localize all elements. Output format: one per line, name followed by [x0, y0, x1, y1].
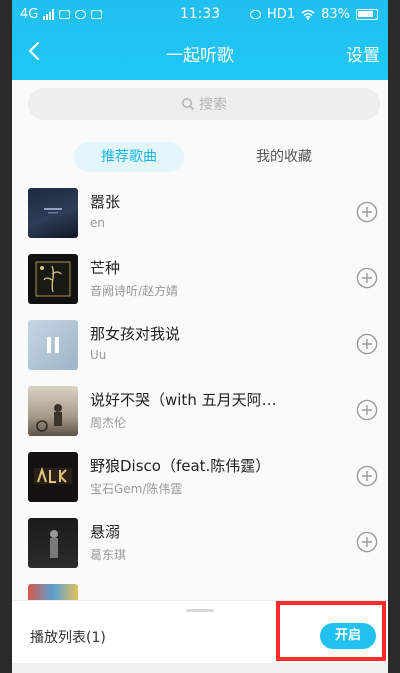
song-title: 嚣张 [90, 193, 121, 211]
song-row[interactable]: 嚣张 en [12, 188, 388, 244]
header: 4G 11:33 HD1 83% 一起听歌 设置 [12, 0, 388, 80]
song-artist: 音阙诗听/赵方婧 [90, 284, 179, 298]
nav-bar: 一起听歌 设置 [12, 30, 388, 74]
song-title: 野狼Disco（feat.陈伟霆） [90, 457, 271, 475]
search-input[interactable]: 搜索 [28, 88, 380, 120]
song-title: 说好不哭（with 五月天阿… [90, 391, 277, 409]
tab-favorites[interactable]: 我的收藏 [229, 142, 339, 172]
song-row[interactable]: 野狼Disco（feat.陈伟霆） 宝石Gem/陈伟霆 [12, 452, 388, 508]
song-artist: Uu [90, 348, 107, 362]
drag-handle[interactable] [186, 609, 214, 612]
album-cover [28, 188, 78, 238]
settings-button[interactable]: 设置 [346, 41, 380, 66]
song-row[interactable]: 芒种 音阙诗听/赵方婧 [12, 254, 388, 310]
song-title: 悬溺 [90, 523, 121, 541]
open-button[interactable]: 开启 [320, 623, 376, 649]
page-title: 一起听歌 [166, 46, 234, 66]
song-artist: en [90, 216, 105, 230]
playlist-label[interactable]: 播放列表(1) [30, 627, 106, 647]
song-title: 芒种 [90, 259, 121, 277]
song-row[interactable]: 说好不哭（with 五月天阿… 周杰伦 [12, 386, 388, 442]
search-icon [182, 98, 195, 111]
main-content: 搜索 推荐歌曲 我的收藏 嚣张 en 芒种 音阙诗听/赵方婧 那女孩对我说 Uu… [12, 80, 388, 673]
plus-circle-icon[interactable] [356, 201, 378, 223]
tab-recommended[interactable]: 推荐歌曲 [74, 142, 184, 172]
wifi-icon [301, 9, 315, 20]
song-row[interactable]: 那女孩对我说 Uu [12, 320, 388, 376]
system-nav-bar [12, 663, 388, 673]
plus-circle-icon[interactable] [356, 399, 378, 421]
album-cover [28, 320, 78, 370]
song-artist: 宝石Gem/陈伟霆 [90, 482, 183, 496]
hd-label: HD1 [267, 7, 296, 22]
search-placeholder: 搜索 [199, 97, 227, 113]
song-artist: 葛东琪 [90, 548, 127, 562]
song-artist: 周杰伦 [90, 416, 127, 430]
alarm-icon [250, 10, 262, 19]
tab-bar: 推荐歌曲 我的收藏 [12, 138, 388, 174]
plus-circle-icon[interactable] [356, 333, 378, 355]
app-screen: 4G 11:33 HD1 83% 一起听歌 设置 搜索 推荐歌曲 我的收藏 嚣张… [12, 0, 388, 673]
album-cover [28, 254, 78, 304]
song-row[interactable]: 悬溺 葛东琪 [12, 518, 388, 574]
album-cover [28, 452, 78, 502]
plus-circle-icon[interactable] [356, 465, 378, 487]
bottom-bar: 播放列表(1) 开启 [12, 600, 388, 673]
plus-circle-icon[interactable] [356, 531, 378, 553]
battery-label: 83% [321, 7, 350, 22]
status-right: HD1 83% [250, 7, 378, 22]
song-title: 那女孩对我说 [90, 325, 181, 343]
album-cover [28, 518, 78, 568]
battery-icon [356, 9, 378, 20]
album-cover [28, 386, 78, 436]
plus-circle-icon[interactable] [356, 267, 378, 289]
status-bar: 4G 11:33 HD1 83% [12, 0, 388, 30]
